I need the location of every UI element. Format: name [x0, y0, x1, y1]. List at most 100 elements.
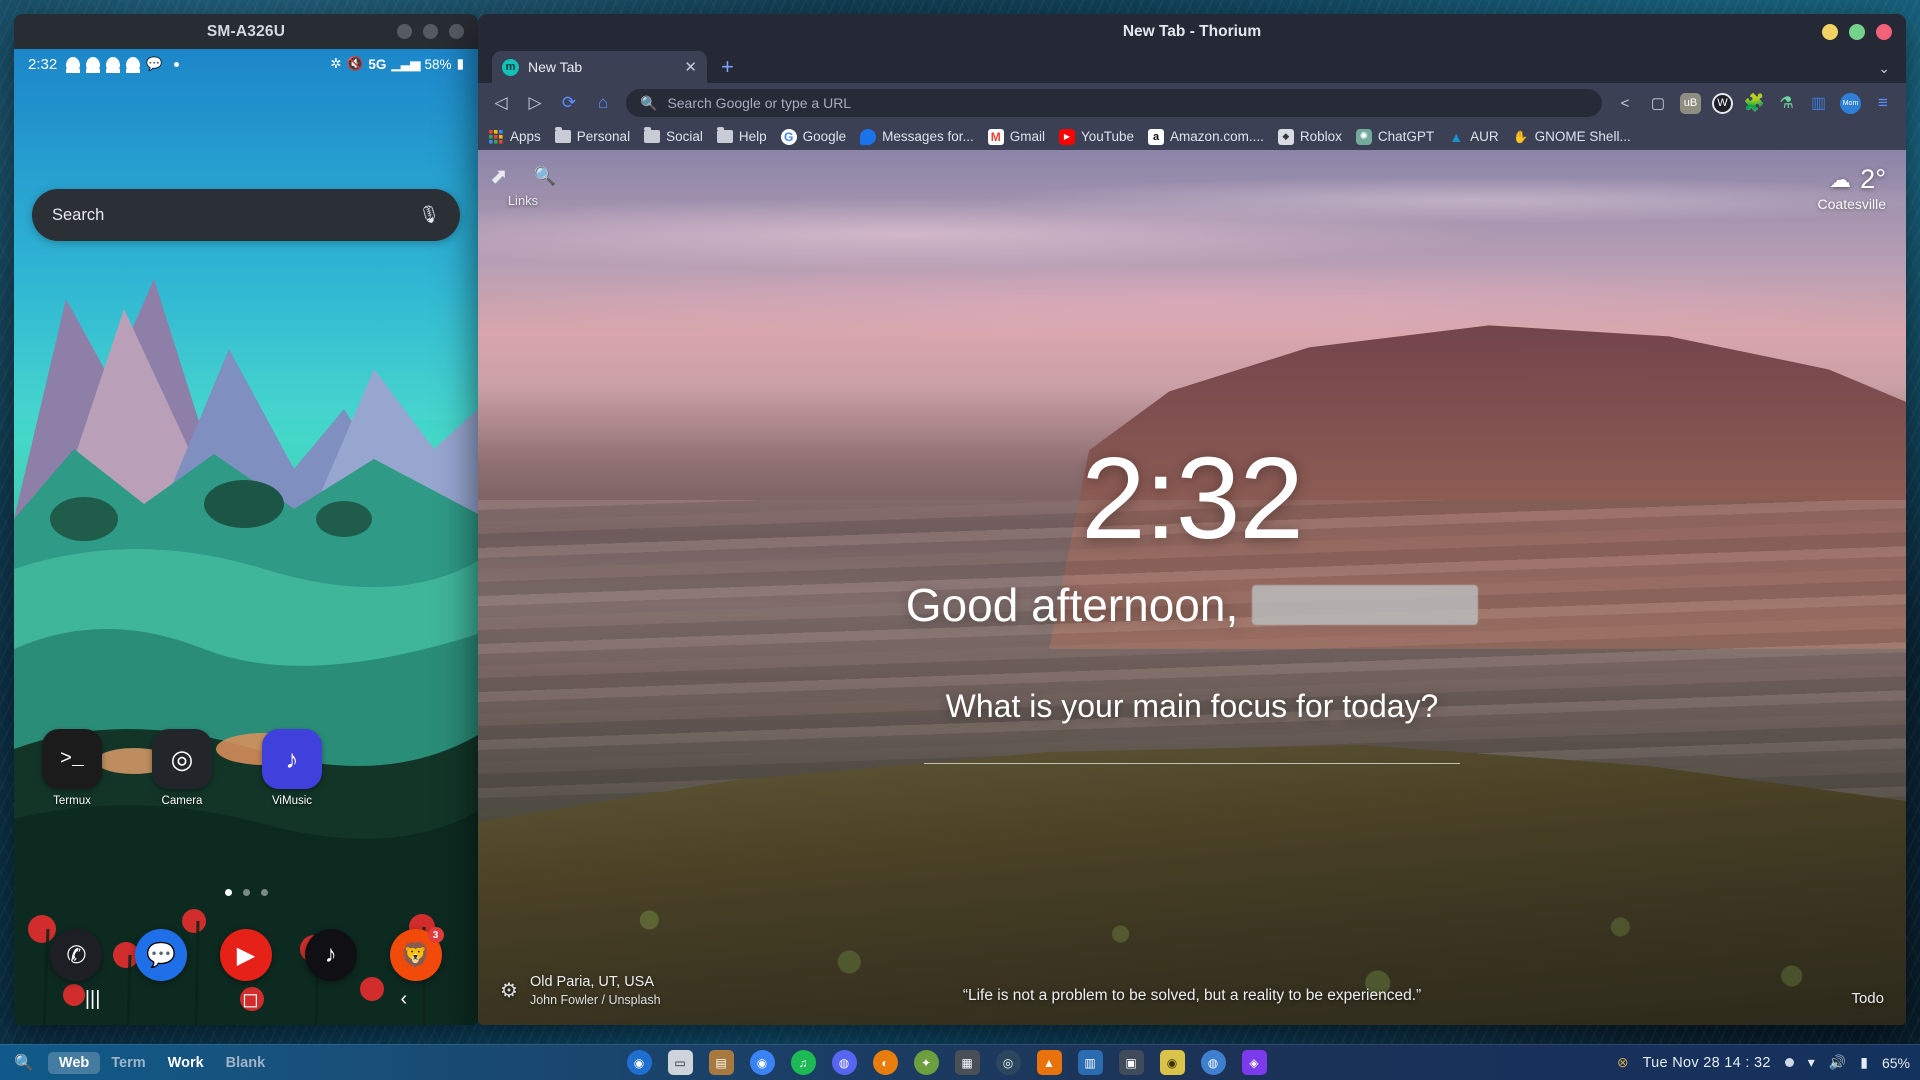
- puzzle-extension-icon[interactable]: 🧩: [1744, 93, 1765, 114]
- new-tab-page[interactable]: ⬈ 🔍 Links ☁ 2° Coatesville 2:32 Good aft…: [478, 150, 1906, 1025]
- chevron-down-icon[interactable]: ⌄: [1878, 60, 1890, 77]
- bookmark-google[interactable]: G Google: [780, 128, 846, 145]
- tab-new-tab[interactable]: m New Tab ✕: [492, 51, 707, 83]
- bookmark-personal[interactable]: Personal: [554, 127, 630, 144]
- recents-button[interactable]: |||: [85, 988, 101, 1011]
- vimusic-icon[interactable]: ♪: [262, 729, 322, 789]
- sidepanel-icon[interactable]: ▥: [1808, 93, 1829, 114]
- thorium-browser-window[interactable]: New Tab - Thorium m New Tab ✕ + ⌄ ◁ ▷ ⟳ …: [478, 14, 1906, 1025]
- reload-button[interactable]: ⟳: [558, 93, 580, 113]
- phone-window-minimize-button[interactable]: [397, 24, 412, 39]
- workspace-work[interactable]: Work: [157, 1052, 215, 1074]
- phone-navigation-bar[interactable]: ||| ◻ ‹: [14, 973, 478, 1025]
- home-screen-page-indicator[interactable]: [14, 889, 478, 896]
- phone-window-close-button[interactable]: [449, 24, 464, 39]
- termux-icon[interactable]: >_: [42, 729, 102, 789]
- redacted-name-field[interactable]: [1252, 585, 1479, 625]
- bookmark-chatgpt[interactable]: ✺ ChatGPT: [1355, 128, 1434, 145]
- taskbar-gimp-icon[interactable]: ✦: [913, 1050, 939, 1075]
- momentum-icon[interactable]: Mom: [1840, 92, 1861, 114]
- taskbar-vivaldi-icon[interactable]: ◍: [1200, 1050, 1226, 1075]
- bookmarks-bar[interactable]: Apps Personal Social Help G Google Messa…: [478, 123, 1906, 150]
- bookmark-roblox[interactable]: ◆ Roblox: [1277, 128, 1342, 145]
- taskbar-vesktop-icon[interactable]: ◍: [831, 1050, 857, 1075]
- microphone-icon[interactable]: 🎙: [418, 205, 440, 225]
- taskbar-app-launchers[interactable]: ◉ ▭ ▤ ◉ ♫ ◍ ◐ ✦ ▦ ◎ ▲ ▥ ▣ ◉ ◍ ◈: [626, 1050, 1267, 1075]
- back-button[interactable]: ‹: [400, 988, 407, 1011]
- taskbar-retroarch-icon[interactable]: ▦: [954, 1050, 980, 1075]
- battery-icon[interactable]: ▮: [1860, 1054, 1868, 1071]
- search-icon[interactable]: 🔍: [14, 1053, 34, 1073]
- bookmark-amazon[interactable]: a Amazon.com....: [1148, 128, 1264, 145]
- phone-screen[interactable]: 2:32 💬 ✲ 🔇 5G ▁▃▅ 58% ▮ Search 🎙 >_ Term…: [14, 49, 478, 1025]
- external-link-icon[interactable]: ⬈: [490, 164, 508, 189]
- page-dot[interactable]: [260, 889, 268, 896]
- browser-window-controls[interactable]: [1822, 23, 1892, 40]
- bookmark-icon[interactable]: ▢: [1647, 94, 1669, 112]
- workspace-web[interactable]: Web: [47, 1051, 101, 1074]
- focus-input-underline[interactable]: [924, 763, 1460, 764]
- scrcpy-phone-window[interactable]: SM-A326U 2:32 💬 ✲ 🔇 5G ▁▃▅ 58% ▮ Search …: [14, 14, 478, 1025]
- browser-tab-strip[interactable]: m New Tab ✕ + ⌄: [478, 49, 1906, 83]
- taskbar-files-icon[interactable]: ▤: [708, 1050, 734, 1075]
- bookmark-apps[interactable]: Apps: [488, 129, 541, 145]
- taskbar-obsidian-icon[interactable]: ◈: [1241, 1050, 1267, 1075]
- wikiwand-icon[interactable]: W: [1712, 92, 1733, 114]
- bookmark-gmail[interactable]: M Gmail: [987, 128, 1045, 145]
- home-button[interactable]: ⌂: [592, 93, 614, 113]
- bookmark-youtube[interactable]: ▶ YouTube: [1058, 128, 1134, 145]
- browser-minimize-button[interactable]: [1822, 23, 1838, 40]
- phone-window-controls[interactable]: [397, 24, 464, 39]
- volume-icon[interactable]: 🔊: [1829, 1054, 1846, 1071]
- phone-app-termux[interactable]: >_ Termux: [42, 729, 102, 807]
- browser-toolbar[interactable]: ◁ ▷ ⟳ ⌂ 🔍 Search Google or type a URL < …: [478, 83, 1906, 123]
- address-bar[interactable]: 🔍 Search Google or type a URL: [626, 89, 1602, 117]
- phone-window-titlebar[interactable]: SM-A326U: [14, 14, 478, 49]
- momentum-weather-widget[interactable]: ☁ 2° Coatesville: [1818, 164, 1886, 212]
- taskbar-vlc-icon[interactable]: ▲: [1036, 1050, 1062, 1075]
- phone-search-bar[interactable]: Search 🎙: [32, 189, 460, 241]
- bookmark-gnome-shell[interactable]: ✋ GNOME Shell...: [1513, 129, 1631, 145]
- page-dot[interactable]: [224, 889, 232, 896]
- back-button[interactable]: ◁: [490, 93, 512, 113]
- flask-extension-icon[interactable]: ⚗: [1776, 93, 1797, 114]
- search-icon[interactable]: 🔍: [534, 166, 556, 187]
- taskbar-tray[interactable]: ⊗ Tue Nov 28 14 : 32 ▾ 🔊 ▮ 65%: [1617, 1054, 1910, 1071]
- phone-window-maximize-button[interactable]: [423, 24, 438, 39]
- new-tab-button[interactable]: +: [721, 54, 734, 80]
- home-button[interactable]: ◻: [242, 987, 259, 1012]
- share-icon[interactable]: <: [1614, 95, 1636, 112]
- toolbar-right-icons[interactable]: < ▢ uB W 🧩 ⚗ ▥ Mom ≡: [1614, 92, 1894, 114]
- browser-close-button[interactable]: [1876, 23, 1892, 40]
- bookmark-aur[interactable]: ▲ AUR: [1448, 129, 1498, 145]
- taskbar-clock[interactable]: Tue Nov 28 14 : 32: [1643, 1055, 1771, 1071]
- taskbar-spotify-icon[interactable]: ♫: [790, 1050, 816, 1075]
- browser-menu-button[interactable]: ≡: [1872, 93, 1894, 113]
- workspace-term[interactable]: Term: [100, 1052, 156, 1074]
- record-indicator-icon[interactable]: [1784, 1058, 1794, 1067]
- update-icon[interactable]: ⊗: [1617, 1054, 1629, 1071]
- taskbar-lightbulb-icon[interactable]: ◉: [1159, 1050, 1185, 1075]
- phone-app-row[interactable]: >_ Termux ◎ Camera ♪ ViMusic: [42, 729, 322, 807]
- workspace-blank[interactable]: Blank: [215, 1052, 277, 1074]
- forward-button[interactable]: ▷: [524, 93, 546, 113]
- tab-close-button[interactable]: ✕: [684, 58, 697, 76]
- bookmark-help[interactable]: Help: [716, 127, 767, 144]
- taskbar[interactable]: 🔍 Web Term Work Blank ◉ ▭ ▤ ◉ ♫ ◍ ◐ ✦ ▦ …: [0, 1044, 1920, 1080]
- taskbar-libreoffice-calc-icon[interactable]: ▥: [1077, 1050, 1103, 1075]
- wifi-icon[interactable]: ▾: [1808, 1054, 1815, 1071]
- page-dot[interactable]: [242, 889, 250, 896]
- taskbar-steam-icon[interactable]: ◎: [995, 1050, 1021, 1075]
- browser-titlebar[interactable]: New Tab - Thorium: [478, 14, 1906, 49]
- camera-icon[interactable]: ◎: [152, 729, 212, 789]
- bookmark-messages[interactable]: Messages for...: [860, 128, 974, 145]
- ublock-origin-icon[interactable]: uB: [1680, 92, 1701, 114]
- momentum-links-widget[interactable]: ⬈ 🔍 Links: [490, 164, 556, 208]
- taskbar-terminal-icon[interactable]: ▭: [667, 1050, 693, 1075]
- taskbar-blender-icon[interactable]: ◐: [872, 1050, 898, 1075]
- taskbar-chromium-icon[interactable]: ◉: [749, 1050, 775, 1075]
- phone-app-vimusic[interactable]: ♪ ViMusic: [262, 729, 322, 807]
- taskbar-thorium-icon[interactable]: ◉: [626, 1050, 652, 1075]
- bookmark-social[interactable]: Social: [644, 127, 703, 144]
- focus-question[interactable]: What is your main focus for today?: [478, 688, 1906, 725]
